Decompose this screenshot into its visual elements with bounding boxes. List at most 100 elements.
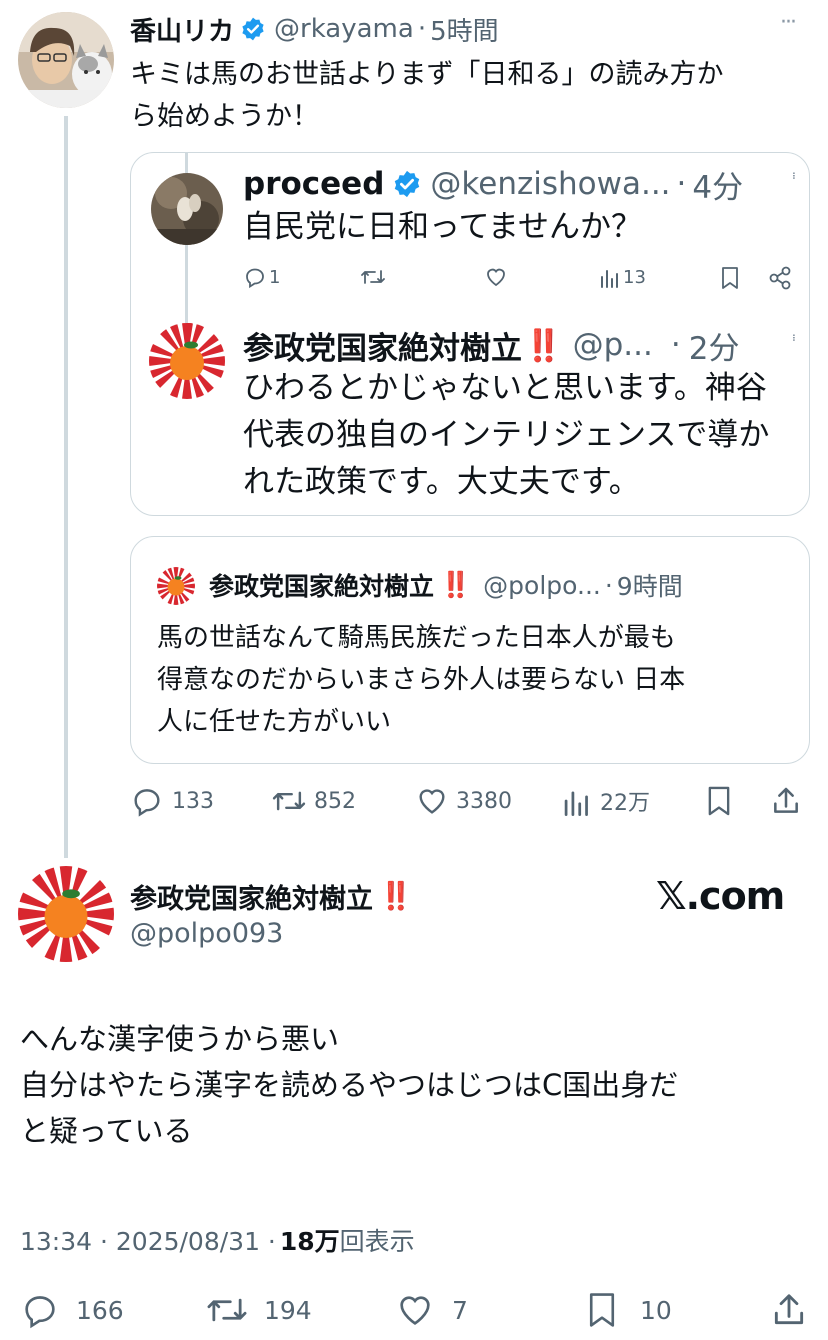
author-name[interactable]: 参政党国家絶対樹立 <box>209 567 434 603</box>
retweet-count: 852 <box>314 788 356 814</box>
views-button[interactable]: 22万 <box>562 784 650 818</box>
thread-line <box>64 116 68 858</box>
views-count: 22万 <box>600 791 650 816</box>
retweet-button[interactable]: 194 <box>204 1290 312 1330</box>
quoted-tweet-card[interactable]: 参政党国家絶対樹立 ‼️ @polpo... · 9時間 馬の世話なんて騎馬民族… <box>130 536 810 764</box>
more-options-icon[interactable]: ··· <box>780 10 797 35</box>
reply-icon <box>246 268 264 289</box>
retweet-button[interactable]: 852 <box>270 784 356 818</box>
author-name[interactable]: proceed <box>243 166 384 202</box>
text-line: れた政策です。大丈夫です。 <box>243 464 640 500</box>
text-line: 馬の世話なんて騎馬民族だった日本人が最も <box>157 623 676 653</box>
separator-dot: · <box>417 14 427 44</box>
quoted-image-card[interactable]: proceed @kenzishowa... · 4分 ··· 自民党に日和って… <box>130 152 810 516</box>
text-line: ら始めようか！ <box>130 101 319 132</box>
verified-badge-icon <box>240 16 266 42</box>
avatar-proceed[interactable] <box>151 173 223 245</box>
inner-thread-line <box>185 243 188 323</box>
main-tweet-header: 香山リカ @rkayama · 5時間 <box>130 11 499 48</box>
views-label: 回表示 <box>339 1227 415 1256</box>
proceed-text: 自民党に日和ってませんか？ <box>243 209 642 245</box>
reply-count: 1 <box>269 266 281 288</box>
share-icon <box>769 266 791 290</box>
proceed-header: proceed @kenzishowa... · 4分 <box>243 162 743 207</box>
text-line: と疑っている <box>20 1114 193 1148</box>
avatar-sanseito-large[interactable] <box>18 866 114 962</box>
views-icon <box>601 270 618 288</box>
retweet-icon <box>361 270 385 284</box>
separator-dot: · <box>670 327 681 363</box>
bookmark-button[interactable]: 10 <box>584 1290 672 1330</box>
tweet-time[interactable]: 5時間 <box>430 11 499 48</box>
author-name[interactable]: 参政党国家絶対樹立 <box>243 323 522 368</box>
quoted-tweet-text: 馬の世話なんて騎馬民族だった日本人が最も 得意なのだからいまさら外人は要らない … <box>157 617 685 743</box>
text-line: ひわるとかじゃないと思います。神谷 <box>243 370 767 406</box>
reply-button[interactable]: 1 <box>243 265 280 289</box>
views-count: 13 <box>623 266 646 288</box>
double-exclamation-emoji: ‼️ <box>440 570 472 599</box>
text-line: 得意なのだからいまさら外人は要らない 日本 <box>157 665 686 695</box>
verified-badge-icon <box>392 169 422 199</box>
like-button[interactable]: 7 <box>394 1290 468 1330</box>
retweet-button[interactable] <box>359 265 387 289</box>
heart-icon <box>400 1296 430 1325</box>
tweet-meta: 13:34 · 2025/08/31 · 18万 回表示 <box>20 1222 415 1258</box>
reply-button[interactable]: 166 <box>20 1290 124 1330</box>
author-handle[interactable]: @kenzishowa... <box>430 166 670 202</box>
focus-tweet-text: へんな漢字使うから悪い 自分はやたら漢字を読めるやつはじつはC国出身だ と疑って… <box>20 1016 678 1154</box>
author-name[interactable]: 参政党国家絶対樹立 <box>130 877 373 916</box>
share-icon <box>774 1294 804 1325</box>
author-handle[interactable]: @rkayama <box>274 14 414 44</box>
retweet-icon <box>207 1298 247 1322</box>
focus-author-handle[interactable]: @polpo093 <box>130 918 283 949</box>
focus-tweet-header: 参政党国家絶対樹立 ‼️ <box>130 876 413 916</box>
timestamp[interactable]: 13:34 · 2025/08/31 · <box>20 1227 276 1256</box>
reply-count: 133 <box>172 788 214 814</box>
avatar-sanseito-small[interactable] <box>157 567 195 605</box>
reply-icon <box>134 789 160 817</box>
reply-header: 参政党国家絶対樹立 ‼️ @p... · 2分 <box>243 323 739 367</box>
author-handle[interactable]: @p... <box>573 327 653 363</box>
retweet-icon <box>272 791 306 811</box>
tweet-time[interactable]: 4分 <box>692 162 743 207</box>
bookmark-button[interactable] <box>704 784 734 818</box>
separator-dot: · <box>676 166 687 202</box>
bookmark-icon <box>722 267 738 289</box>
quoted-tweet-header: 参政党国家絶対樹立 ‼️ @polpo... · 9時間 <box>209 565 683 605</box>
proceed-actions: 1 13 <box>243 261 803 293</box>
more-options-icon[interactable]: ··· <box>785 171 801 178</box>
bookmark-icon <box>589 1293 615 1327</box>
reply-button[interactable]: 133 <box>130 784 214 818</box>
like-count: 3380 <box>456 788 512 814</box>
reply-count: 166 <box>76 1295 124 1325</box>
reply-text: ひわるとかじゃないと思います。神谷 代表の独自のインテリジェンスで導か れた政策… <box>243 365 769 506</box>
like-button[interactable] <box>483 265 509 289</box>
text-line: 自分はやたら漢字を読めるやつはじつはC国出身だ <box>20 1068 679 1102</box>
author-name[interactable]: 香山リカ <box>130 11 234 48</box>
main-tweet-text: キミは馬のお世話よりまず「日和る」の読み方か ら始めようか！ <box>130 54 723 138</box>
text-line: 人に任せた方がいい <box>157 707 392 737</box>
share-button[interactable] <box>770 1290 808 1330</box>
bookmark-count: 10 <box>640 1295 672 1325</box>
double-exclamation-emoji: ‼️ <box>524 327 563 364</box>
separator-dot: · <box>604 570 613 600</box>
share-button[interactable] <box>770 784 802 818</box>
text-line: 代表の独自のインテリジェンスで導か <box>243 417 770 453</box>
text-line: キミは馬のお世話よりまず「日和る」の読み方か <box>130 59 724 90</box>
retweet-count: 194 <box>264 1295 312 1325</box>
text-line: へんな漢字使うから悪い <box>20 1022 340 1056</box>
share-button[interactable] <box>767 265 793 291</box>
heart-icon <box>419 789 445 814</box>
like-button[interactable]: 3380 <box>414 784 512 818</box>
heart-icon <box>487 268 505 287</box>
tweet-time[interactable]: 9時間 <box>617 567 683 603</box>
author-handle[interactable]: @polpo... <box>483 571 601 600</box>
avatar-sanseito[interactable] <box>149 323 225 399</box>
bookmark-button[interactable] <box>719 265 741 291</box>
more-options-icon[interactable]: ··· <box>785 333 801 340</box>
views-icon <box>564 791 588 816</box>
tweet-time[interactable]: 2分 <box>689 323 740 368</box>
double-exclamation-emoji: ‼️ <box>379 881 413 912</box>
avatar-kayama[interactable] <box>18 12 114 108</box>
views-button[interactable]: 13 <box>599 265 646 289</box>
